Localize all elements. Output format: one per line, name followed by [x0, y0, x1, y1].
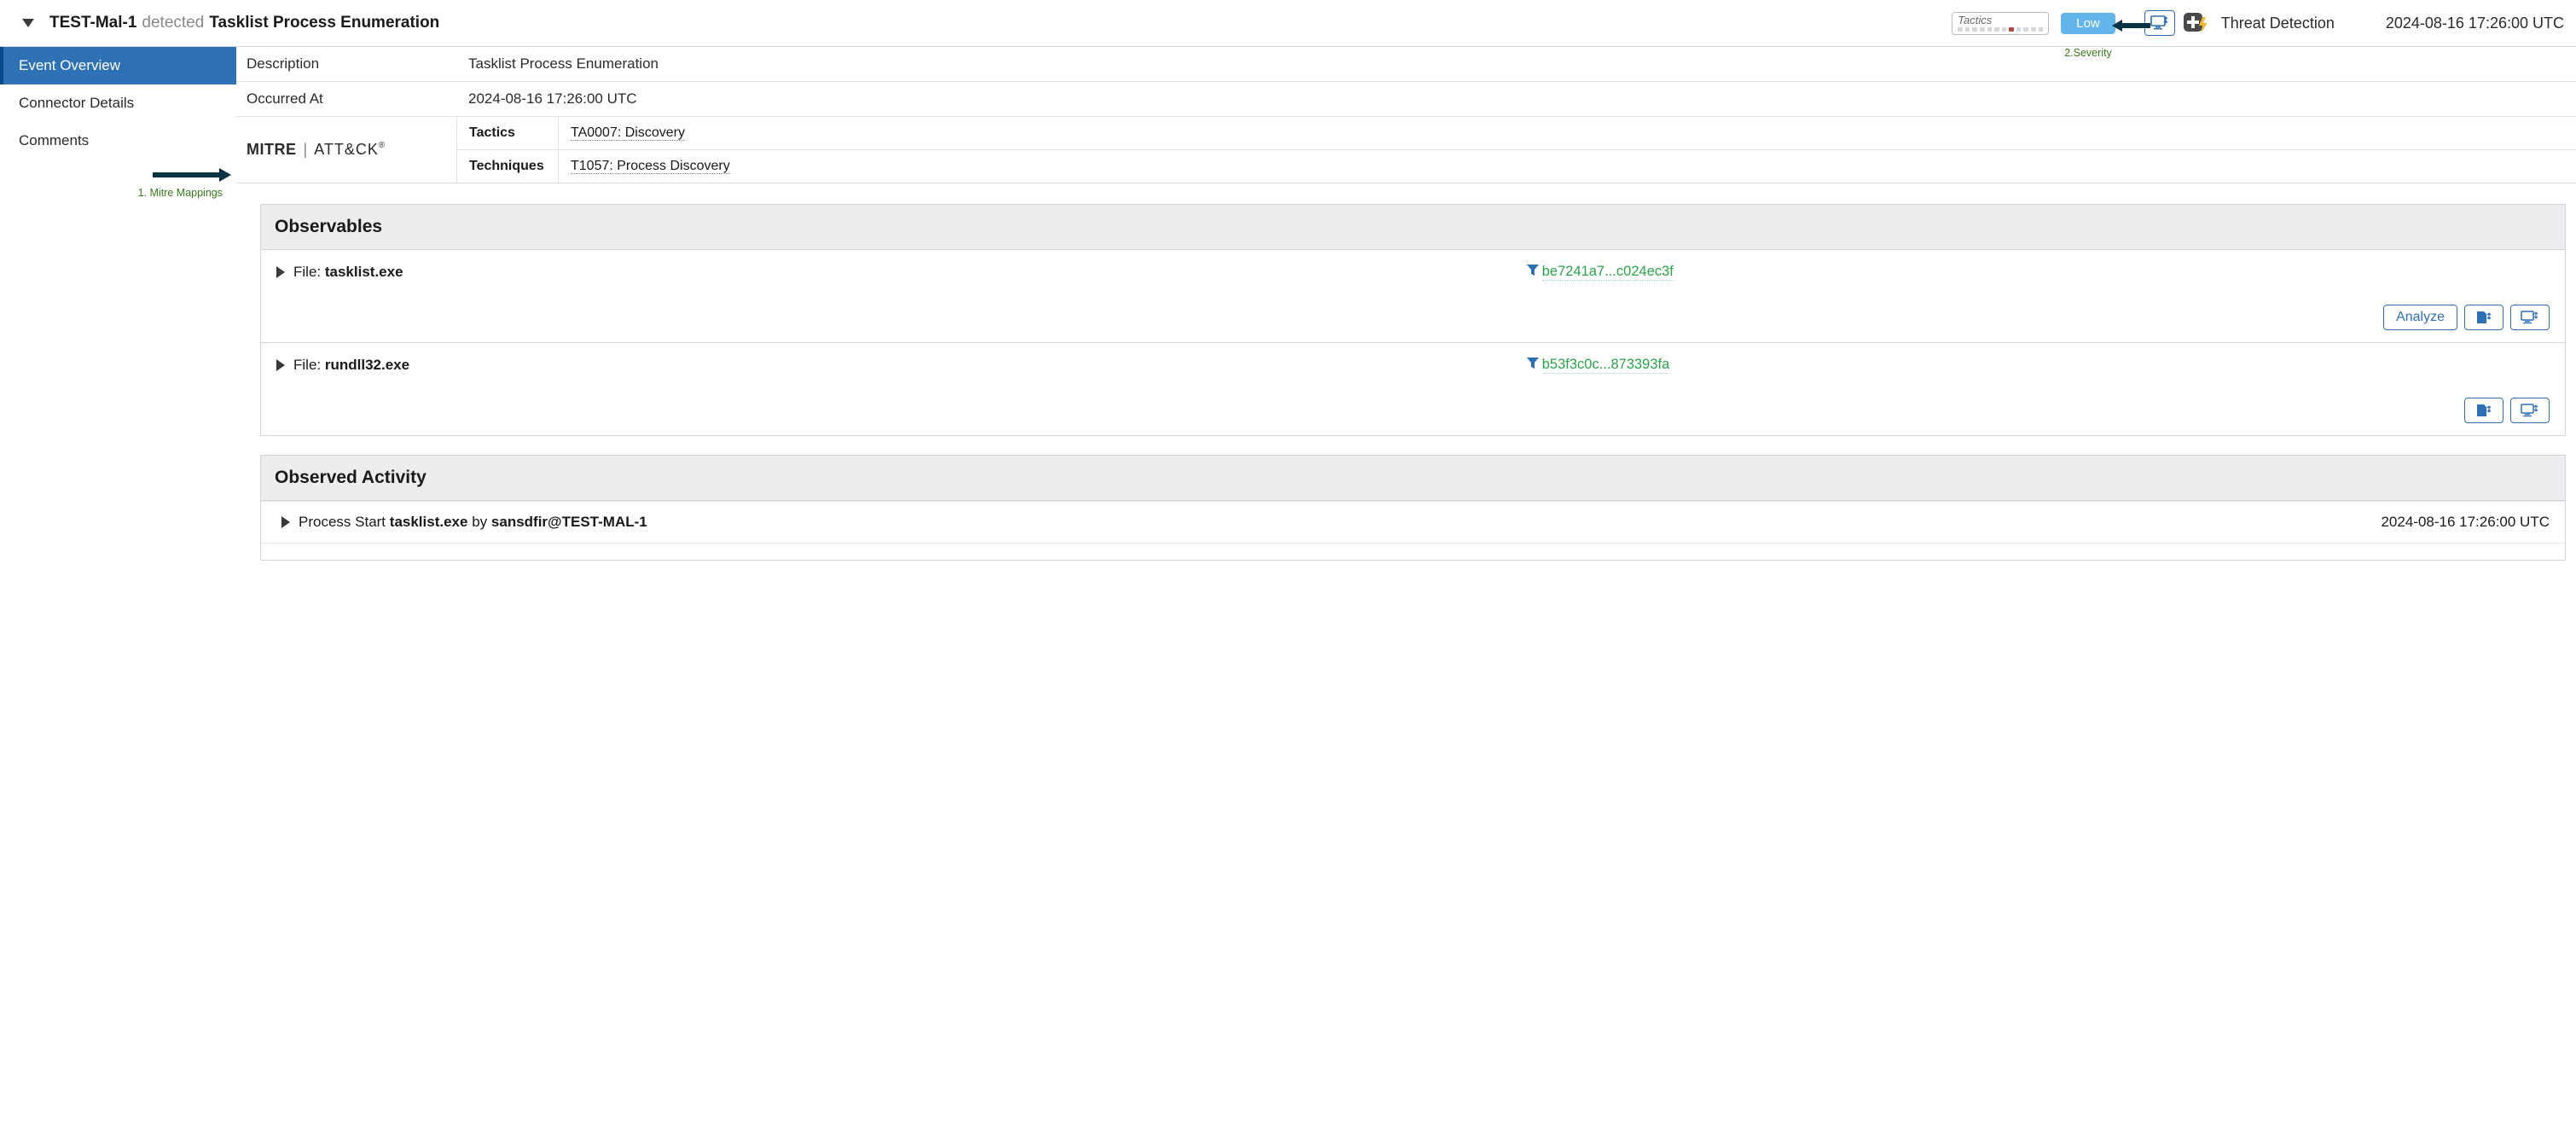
add-bolt-icon[interactable] [2184, 12, 2208, 34]
expand-caret-icon[interactable] [276, 359, 285, 371]
occurred-value: 2024-08-16 17:26:00 UTC [456, 82, 2576, 116]
description-label: Description [236, 47, 456, 81]
annotation-arrow-icon [0, 168, 231, 182]
observable-type: File: rundll32.exe [293, 357, 409, 374]
activity-time: 2024-08-16 17:26:00 UTC [2381, 514, 2550, 531]
expand-caret-icon[interactable] [281, 516, 290, 528]
mitre-annotation: 1. Mitre Mappings [0, 187, 231, 199]
tactics-label: Tactics [456, 117, 559, 149]
threat-detection-label: Threat Detection [2221, 15, 2335, 32]
observed-activity-panel: Observed Activity Process Start tasklist… [260, 455, 2566, 561]
header-timestamp: 2024-08-16 17:26:00 UTC [2386, 15, 2564, 32]
activity-blank-row [261, 543, 2565, 560]
filter-icon[interactable] [1527, 265, 1539, 281]
expand-caret-icon[interactable] [276, 266, 285, 278]
sidebar-item-label: Connector Details [19, 95, 134, 111]
file-action-button[interactable] [2464, 398, 2503, 423]
sidebar-item-connector-details[interactable]: Connector Details [0, 84, 236, 122]
severity-badge: Low [2061, 13, 2115, 34]
tactics-value[interactable]: TA0007: Discovery [571, 125, 685, 141]
sidebar-item-comments[interactable]: Comments [0, 122, 236, 160]
observable-hash[interactable]: be7241a7...c024ec3f [1542, 264, 1674, 281]
event-header: TEST-Mal-1 detected Tasklist Process Enu… [0, 0, 2576, 47]
observable-hash[interactable]: b53f3c0c...873393fa [1542, 357, 1670, 374]
observables-panel: Observables File: tasklist.exe be7241a [260, 204, 2566, 436]
severity-annotation: 2.Severity [2064, 47, 2112, 59]
sidebar-item-label: Comments [19, 132, 89, 148]
tactics-dots [1958, 27, 2043, 32]
detected-word: detected [142, 14, 204, 32]
event-name: Tasklist Process Enumeration [209, 14, 439, 32]
sidebar: Event Overview Connector Details Comment… [0, 47, 236, 579]
activity-text: Process Start tasklist.exe by sansdfir@T… [299, 514, 647, 531]
monitor-action-button[interactable] [2510, 305, 2550, 330]
sidebar-item-event-overview[interactable]: Event Overview [0, 47, 236, 84]
observables-heading: Observables [261, 205, 2565, 250]
file-action-button[interactable] [2464, 305, 2503, 330]
monitor-action-button[interactable] [2510, 398, 2550, 423]
techniques-value[interactable]: T1057: Process Discovery [571, 159, 730, 174]
analyze-button[interactable]: Analyze [2383, 305, 2457, 330]
annotation-arrow-icon [2112, 20, 2150, 32]
occurred-label: Occurred At [236, 82, 456, 116]
main-content: Description Tasklist Process Enumeration… [236, 47, 2576, 579]
collapse-caret-icon[interactable] [22, 19, 34, 27]
host-name: TEST-Mal-1 [49, 14, 136, 32]
sidebar-item-label: Event Overview [19, 57, 120, 73]
description-value: Tasklist Process Enumeration [456, 47, 2576, 81]
observable-row: File: tasklist.exe be7241a7...c024ec3f [261, 250, 2565, 343]
observable-type: File: tasklist.exe [293, 264, 403, 281]
mitre-brand-label: MITRE | ATT&CK® [236, 117, 456, 183]
filter-icon[interactable] [1527, 358, 1539, 374]
mitre-word: MITRE [247, 141, 297, 159]
attck-word: ATT&CK [314, 141, 379, 158]
observed-activity-heading: Observed Activity [261, 456, 2565, 501]
tactics-indicator[interactable]: Tactics [1952, 12, 2049, 35]
techniques-label: Techniques [456, 150, 559, 183]
observable-row: File: rundll32.exe b53f3c0c...873393fa [261, 343, 2565, 435]
activity-row: Process Start tasklist.exe by sansdfir@T… [261, 501, 2565, 543]
tactics-indicator-label: Tactics [1958, 15, 2043, 26]
